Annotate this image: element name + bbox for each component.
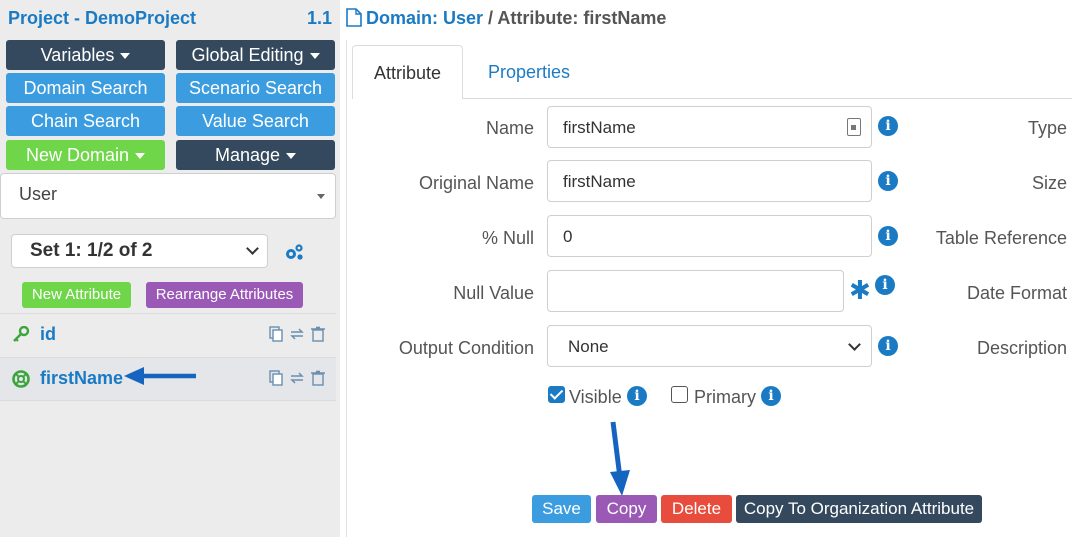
type-label: Type [1027, 118, 1067, 138]
info-icon[interactable]: i [761, 386, 781, 406]
manage-label: Manage [214, 145, 281, 165]
caret-down-icon [309, 53, 320, 60]
chevron-down-icon [246, 242, 259, 255]
name-input[interactable]: firstName [547, 106, 872, 148]
domain-select-value: User [19, 184, 58, 204]
variables-button[interactable]: Variables [6, 40, 165, 70]
manage-button[interactable]: Manage [176, 140, 335, 170]
trash-icon[interactable] [310, 326, 325, 342]
new-domain-label: New Domain [25, 145, 130, 165]
global-editing-button[interactable]: Global Editing [176, 40, 335, 70]
copy-button[interactable]: Copy [596, 495, 657, 523]
description-label: Description [976, 338, 1067, 358]
original-name-value: firstName [563, 172, 636, 191]
primary-label: Primary [694, 387, 756, 407]
table-reference-label: Table Reference [935, 228, 1067, 248]
annotation-arrow-down-icon [610, 421, 630, 496]
lifebuoy-icon [12, 370, 30, 388]
save-button[interactable]: Save [532, 495, 591, 523]
autofill-icon[interactable] [847, 118, 861, 136]
output-condition-select[interactable]: None [547, 325, 872, 367]
breadcrumb-attribute: Attribute: firstName [497, 8, 667, 28]
new-attribute-button[interactable]: New Attribute [22, 282, 131, 308]
breadcrumb: Domain: User / Attribute: firstName [346, 8, 666, 29]
trash-icon[interactable] [310, 370, 325, 386]
attribute-row-actions [268, 370, 326, 388]
annotation-arrow-left-icon [124, 367, 196, 385]
domain-select[interactable]: User [0, 173, 336, 219]
variables-label: Variables [40, 45, 115, 65]
project-version: 1.1 [307, 8, 333, 28]
tab-properties[interactable]: Properties [477, 45, 581, 99]
primary-checkbox[interactable] [671, 386, 688, 403]
original-name-input[interactable]: firstName [547, 160, 872, 202]
date-format-label: Date Format [966, 283, 1067, 303]
breadcrumb-domain[interactable]: Domain: User [366, 8, 483, 28]
attribute-editor: Attribute Properties Name firstName i Ty… [346, 40, 1072, 537]
tab-attribute[interactable]: Attribute [352, 45, 463, 99]
output-condition-label: Output Condition [398, 338, 534, 358]
percent-null-label: % Null [481, 228, 534, 248]
global-editing-label: Global Editing [191, 45, 304, 65]
new-domain-button[interactable]: New Domain [6, 140, 165, 170]
attribute-row[interactable]: id [0, 313, 336, 357]
null-value-input[interactable] [547, 270, 844, 312]
set-select[interactable]: Set 1: 1/2 of 2 [11, 234, 268, 268]
domain-search-button[interactable]: Domain Search [6, 73, 165, 103]
attribute-name: id [40, 324, 56, 344]
dropdown-arrow-icon [317, 194, 325, 199]
size-label: Size [1031, 173, 1067, 193]
original-name-label: Original Name [418, 173, 534, 193]
project-title[interactable]: Project - DemoProject [8, 8, 196, 29]
name-value: firstName [563, 118, 636, 137]
null-value-label: Null Value [453, 283, 534, 303]
percent-null-input[interactable]: 0 [547, 215, 872, 257]
visible-checkbox[interactable] [548, 386, 565, 403]
gears-icon[interactable] [284, 243, 304, 261]
attribute-name: firstName [40, 368, 124, 388]
attribute-row-actions [268, 326, 326, 344]
copy-to-organization-attribute-button[interactable]: Copy To Organization Attribute [736, 495, 982, 523]
set-select-value: Set 1: 1/2 of 2 [30, 240, 153, 261]
name-label: Name [485, 118, 534, 138]
delete-button[interactable]: Delete [661, 495, 732, 523]
swap-icon[interactable] [289, 326, 305, 342]
visible-label: Visible [569, 387, 622, 407]
caret-down-icon [135, 153, 146, 160]
rearrange-attributes-button[interactable]: Rearrange Attributes [146, 282, 303, 308]
copy-icon[interactable] [268, 326, 284, 342]
key-icon [13, 326, 30, 342]
value-search-button[interactable]: Value Search [176, 106, 335, 136]
copy-icon[interactable] [268, 370, 284, 386]
breadcrumb-separator: / [488, 8, 494, 28]
document-icon [346, 8, 362, 27]
chevron-down-icon [848, 338, 861, 351]
chain-search-button[interactable]: Chain Search [6, 106, 165, 136]
sidebar: Project - DemoProject Variables Global E… [0, 0, 340, 537]
caret-down-icon [120, 53, 131, 60]
swap-icon[interactable] [289, 370, 305, 386]
info-icon[interactable]: i [627, 386, 647, 406]
output-condition-value: None [568, 337, 609, 356]
scenario-search-button[interactable]: Scenario Search [176, 73, 335, 103]
percent-null-value: 0 [563, 227, 573, 246]
caret-down-icon [286, 153, 297, 160]
